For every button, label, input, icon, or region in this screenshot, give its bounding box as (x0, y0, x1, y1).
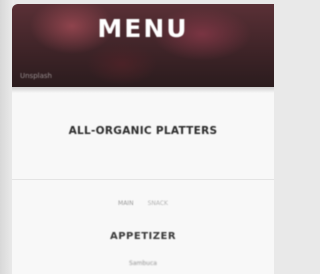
hero-shadow (12, 87, 274, 93)
tab-snack[interactable]: SNACK (148, 200, 168, 207)
menu-item-name[interactable]: Sambuca (12, 260, 274, 267)
section-title: ALL-ORGANIC PLATTERS (68, 125, 218, 137)
tab-main[interactable]: MAIN (118, 200, 134, 207)
menu-tabs: MAIN SNACK (12, 200, 274, 207)
screenshot-frame: MENU Unsplash ALL-ORGANIC PLATTERS MAIN … (0, 0, 275, 274)
menu-card: MENU Unsplash ALL-ORGANIC PLATTERS MAIN … (12, 4, 274, 274)
section-divider (12, 179, 274, 180)
hero-image: MENU Unsplash (12, 4, 274, 87)
category-title: APPETIZER (109, 231, 177, 242)
menu-title: MENU (97, 14, 189, 43)
image-credit: Unsplash (20, 72, 52, 80)
